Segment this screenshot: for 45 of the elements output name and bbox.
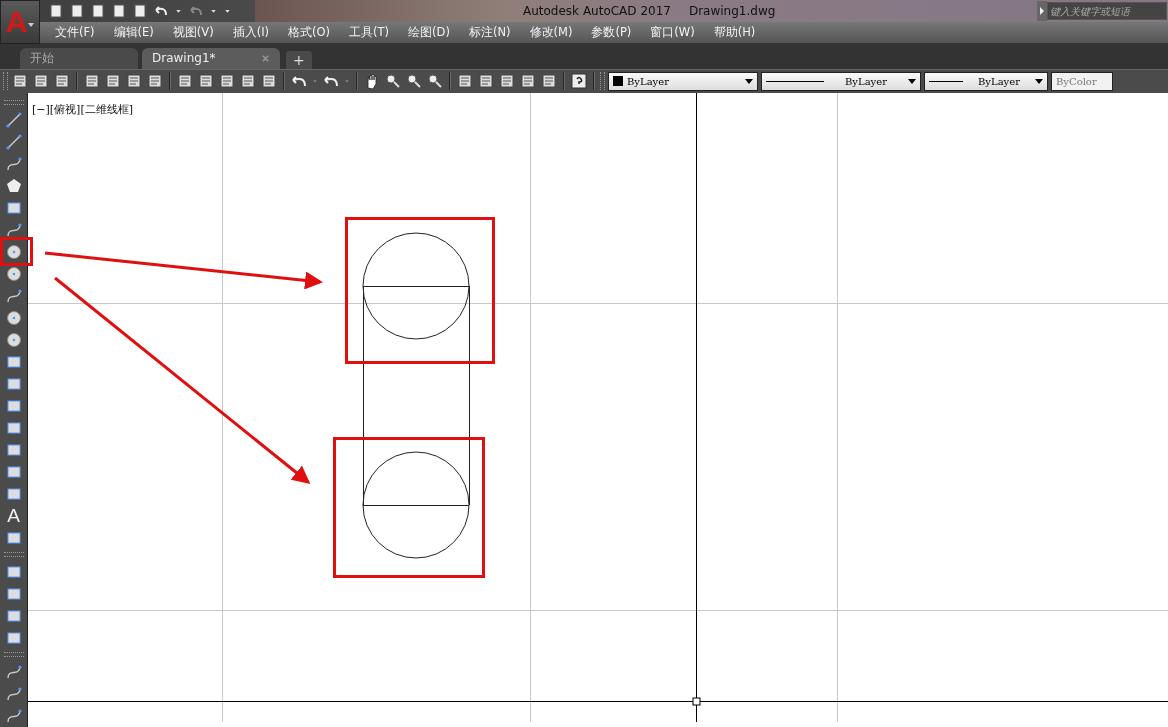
menu-item[interactable]: 工具(T)	[349, 24, 390, 40]
menu-item[interactable]: 窗口(W)	[650, 24, 695, 40]
rectangle-icon[interactable]	[4, 199, 23, 217]
menu-item[interactable]: 编辑(E)	[113, 24, 154, 40]
plot-style-dropdown[interactable]: ByColor	[1051, 71, 1113, 91]
caret-icon	[745, 78, 753, 84]
caret-icon	[908, 78, 916, 84]
menu-item[interactable]: 绘图(D)	[408, 24, 450, 40]
cloud-icon[interactable]	[4, 265, 23, 283]
menu-item[interactable]: 文件(F)	[55, 24, 95, 40]
highlight-frame	[0, 237, 33, 266]
menu-item[interactable]: 帮助(H)	[713, 24, 756, 40]
polyline-icon[interactable]	[4, 155, 23, 173]
leader-icon[interactable]	[4, 663, 23, 681]
menu-item[interactable]: 标注(N)	[468, 24, 511, 40]
drawing-canvas[interactable]: [−][俯视][二维线框]	[28, 93, 1168, 727]
pentagon-icon[interactable]	[4, 177, 23, 195]
arc-icon[interactable]	[4, 221, 23, 239]
leader-icon[interactable]	[4, 707, 23, 725]
file-tab[interactable]: 开始	[20, 47, 138, 69]
line-icon[interactable]	[4, 111, 23, 129]
file-tab[interactable]: Drawing1*	[142, 47, 280, 69]
caret-icon	[1035, 78, 1043, 84]
lineweight-dropdown[interactable]: ByLayer	[924, 71, 1048, 91]
ray-icon[interactable]	[4, 133, 23, 151]
text-tool-button[interactable]: A	[7, 505, 20, 527]
menu-item[interactable]: 修改(M)	[529, 24, 573, 40]
spline-icon[interactable]	[4, 287, 23, 305]
app-title: Autodesk AutoCAD 2017	[523, 4, 671, 18]
help-icon[interactable]	[570, 72, 588, 91]
file-name: Drawing1.dwg	[688, 4, 776, 18]
menu-item[interactable]: 插入(I)	[232, 24, 270, 40]
linetype-dropdown[interactable]: ByLayer	[761, 71, 921, 91]
search-field[interactable]: 键入关键字或短语	[1047, 2, 1167, 20]
menu-item[interactable]: 视图(V)	[172, 24, 214, 40]
menu-item[interactable]: 参数(P)	[591, 24, 632, 40]
circle-icon[interactable]	[4, 243, 23, 261]
line-sample-icon	[766, 79, 824, 83]
color-dropdown[interactable]: ByLayer	[608, 71, 758, 91]
color-swatch-icon	[613, 76, 623, 87]
leader-icon[interactable]	[4, 685, 23, 703]
menu-item[interactable]: 格式(O)	[288, 24, 331, 40]
line-sample-icon	[929, 79, 963, 83]
new-tab-button[interactable]: +	[286, 50, 312, 69]
viewport-controls[interactable]: [−][俯视][二维线框]	[32, 102, 133, 117]
